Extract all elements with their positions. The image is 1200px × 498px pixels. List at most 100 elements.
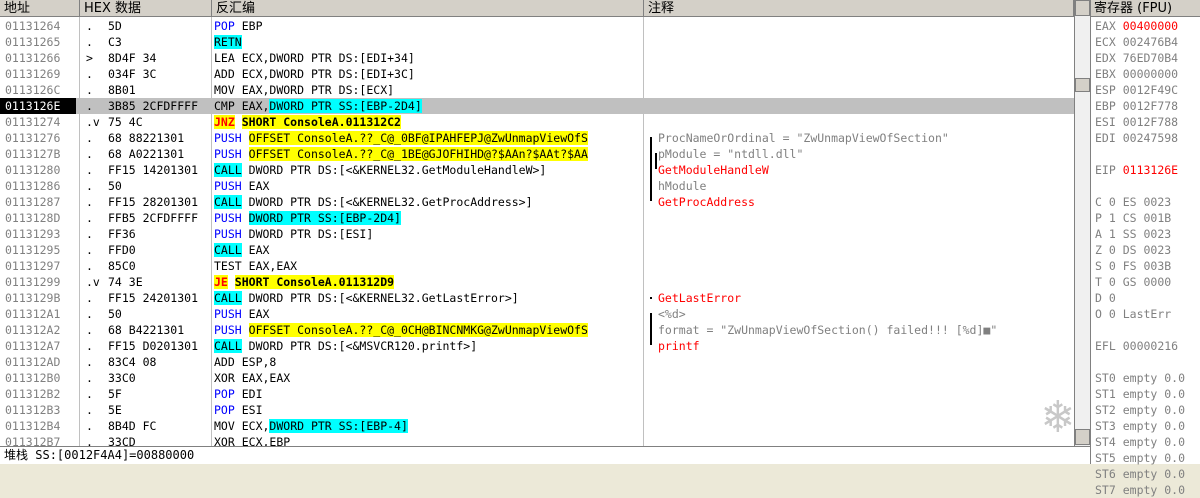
code-row[interactable]: 011312A7. FF15 D0201301 CALL DWORD PTR DS:… (0, 338, 1074, 354)
register-line[interactable]: ST4 empty 0.0 (1095, 434, 1185, 450)
row-operand: ECX,DWORD PTR DS:[EDI+34] (241, 51, 415, 65)
register-line[interactable]: ST1 empty 0.0 (1095, 386, 1185, 402)
row-disasm: CALL DWORD PTR DS:[<&KERNEL32.GetModuleH… (214, 162, 642, 178)
register-line[interactable]: EBX 00000000 (1095, 66, 1178, 82)
register-line[interactable]: EDX 76ED70B4 (1095, 50, 1178, 66)
row-hex: 8B4D FC (108, 419, 157, 433)
header-hex[interactable]: HEX 数据 (80, 0, 212, 17)
code-row[interactable]: 011312B7. 33CD XOR ECX,EBP (0, 434, 1074, 446)
header-comment[interactable]: 注释 (644, 0, 1074, 17)
registers-pane[interactable]: 寄存器 (FPU) EAX 00400000 ECX 002476B4 EDX 76… (1090, 0, 1200, 497)
row-mnemonic: CALL (214, 163, 242, 177)
row-hex: 83C4 08 (108, 355, 157, 369)
code-row[interactable]: 0113127B. 68 A0221301 PUSH OFFSET ConsoleA… (0, 146, 1074, 162)
row-mnemonic: LEA (214, 51, 235, 65)
row-jump-marker: . (86, 19, 93, 33)
row-mnemonic: XOR (214, 371, 235, 385)
disassembly-pane[interactable]: 01131264. 5D POP EBP 01131265. C3 RETN 011312… (0, 17, 1074, 446)
register-line[interactable]: ST6 empty 0.0 (1095, 466, 1185, 482)
row-mnemonic: CMP (214, 99, 235, 113)
register-line[interactable]: A 1 SS 0023 (1095, 226, 1171, 242)
row-comment: GetLastError (658, 291, 742, 305)
register-name: ST5 (1095, 451, 1116, 465)
code-row[interactable]: 0113128D. FFB5 2CFDFFFF PUSH DWORD PTR SS:… (0, 210, 1074, 226)
scroll-up-button[interactable] (1075, 0, 1090, 16)
code-row[interactable]: 0113126E. 3B85 2CFDFFFF CMP EAX,DWORD PTR … (0, 98, 1074, 114)
code-row[interactable]: 011312A1. 50 PUSH EAX <%d> (0, 306, 1074, 322)
code-row[interactable]: 01131265. C3 RETN (0, 34, 1074, 50)
row-address: 01131274 (5, 115, 61, 129)
status-bar: 堆栈 SS:[0012F4A4]=00880000 (0, 446, 1090, 464)
row-comment (646, 114, 1074, 130)
code-row[interactable]: 011312B4. 8B4D FC MOV ECX,DWORD PTR SS:[EB… (0, 418, 1074, 434)
header-address[interactable]: 地址 (0, 0, 80, 17)
register-line[interactable]: S 0 FS 003B (1095, 258, 1171, 274)
header-disasm[interactable]: 反汇编 (212, 0, 644, 17)
row-hex: FF15 24201301 (108, 291, 199, 305)
code-row[interactable]: 01131287. FF15 28201301 CALL DWORD PTR DS:… (0, 194, 1074, 210)
register-line[interactable]: D 0 (1095, 290, 1116, 306)
register-name: ST4 (1095, 435, 1116, 449)
code-row[interactable]: 0113126C. 8B01 MOV EAX,DWORD PTR DS:[ECX] (0, 82, 1074, 98)
row-disasm: LEA ECX,DWORD PTR DS:[EDI+34] (214, 50, 642, 66)
register-line[interactable]: C 0 ES 0023 (1095, 194, 1171, 210)
vertical-scrollbar[interactable] (1074, 0, 1090, 446)
row-address: 011312B0 (5, 371, 61, 385)
code-row[interactable]: 01131269. 034F 3C ADD ECX,DWORD PTR DS:[ED… (0, 66, 1074, 82)
register-line[interactable]: ECX 002476B4 (1095, 34, 1178, 50)
register-line[interactable]: P 1 CS 001B (1095, 210, 1171, 226)
register-line[interactable]: Z 0 DS 0023 (1095, 242, 1171, 258)
register-name: T 0 (1095, 275, 1116, 289)
row-operand: EBP (241, 19, 263, 33)
row-comment: <%d> (658, 307, 686, 321)
register-line[interactable]: EDI 00247598 (1095, 130, 1178, 146)
row-disasm: PUSH EAX (214, 178, 642, 194)
code-row[interactable]: 01131266 >8D4F 34 LEA ECX,DWORD PTR DS:[ED… (0, 50, 1074, 66)
code-row[interactable]: 011312B3. 5E POP ESI (0, 402, 1074, 418)
registers-header: 寄存器 (FPU) (1091, 0, 1200, 17)
register-line[interactable]: ESP 0012F49C (1095, 82, 1178, 98)
code-row[interactable]: 01131286. 50 PUSH EAX hModule (0, 178, 1074, 194)
register-line[interactable]: ST3 empty 0.0 (1095, 418, 1185, 434)
row-comment (646, 50, 1074, 66)
code-row[interactable]: 01131274 .v 75 4C JNZ SHORT ConsoleA.011312… (0, 114, 1074, 130)
row-address: 01131287 (5, 195, 61, 209)
register-line[interactable]: T 0 GS 0000 (1095, 274, 1171, 290)
row-address: 011312A2 (5, 323, 61, 337)
row-address: 0113127B (5, 147, 61, 161)
code-row[interactable]: 011312A2. 68 B4221301 PUSH OFFSET ConsoleA… (0, 322, 1074, 338)
register-line[interactable]: EAX 00400000 (1095, 18, 1178, 34)
register-line[interactable]: EFL 00000216 (1095, 338, 1178, 354)
code-row[interactable]: 01131280. FF15 14201301 CALL DWORD PTR DS:… (0, 162, 1074, 178)
row-mnemonic: PUSH (214, 147, 242, 161)
code-row[interactable]: 01131299 .v 74 3E JE SHORT ConsoleA.011312D… (0, 274, 1074, 290)
row-jump-marker: . (86, 387, 93, 401)
code-row[interactable]: 01131293. FF36 PUSH DWORD PTR DS:[ESI] (0, 226, 1074, 242)
row-operand: EDI (241, 387, 263, 401)
register-line[interactable]: EIP 0113126E (1095, 162, 1178, 178)
register-value: empty 0.0 (1122, 483, 1186, 497)
code-row[interactable]: 011312B2. 5F POP EDI (0, 386, 1074, 402)
register-value: 002476B4 (1122, 35, 1179, 49)
register-line[interactable]: EBP 0012F778 (1095, 98, 1178, 114)
register-value: 00247598 (1122, 131, 1179, 145)
code-row[interactable]: 01131297. 85C0 TEST EAX,EAX (0, 258, 1074, 274)
row-hex: 5E (108, 403, 122, 417)
code-row[interactable]: 011312B0. 33C0 XOR EAX,EAX (0, 370, 1074, 386)
row-mnemonic: CALL (214, 195, 242, 209)
code-row[interactable]: 0113129B. FF15 24201301 CALL DWORD PTR DS:… (0, 290, 1074, 306)
row-address: 011312B4 (5, 419, 61, 433)
code-row[interactable]: 01131295. FFD0 CALL EAX (0, 242, 1074, 258)
scroll-thumb[interactable] (1075, 78, 1090, 92)
register-name: EFL (1095, 339, 1116, 353)
row-hex: 68 88221301 (108, 131, 185, 145)
code-row[interactable]: 01131264. 5D POP EBP (0, 18, 1074, 34)
code-row[interactable]: 011312AD. 83C4 08 ADD ESP,8 (0, 354, 1074, 370)
row-jump-marker: . (86, 419, 93, 433)
code-row[interactable]: 01131276. 68 88221301 PUSH OFFSET ConsoleA… (0, 130, 1074, 146)
register-line[interactable]: ST2 empty 0.0 (1095, 402, 1185, 418)
register-line[interactable]: ST7 empty 0.0 (1095, 482, 1185, 498)
register-line[interactable]: ST0 empty 0.0 (1095, 370, 1185, 386)
register-line[interactable]: ESI 0012F788 (1095, 114, 1178, 130)
register-line[interactable]: O 0 LastErr (1095, 306, 1171, 322)
